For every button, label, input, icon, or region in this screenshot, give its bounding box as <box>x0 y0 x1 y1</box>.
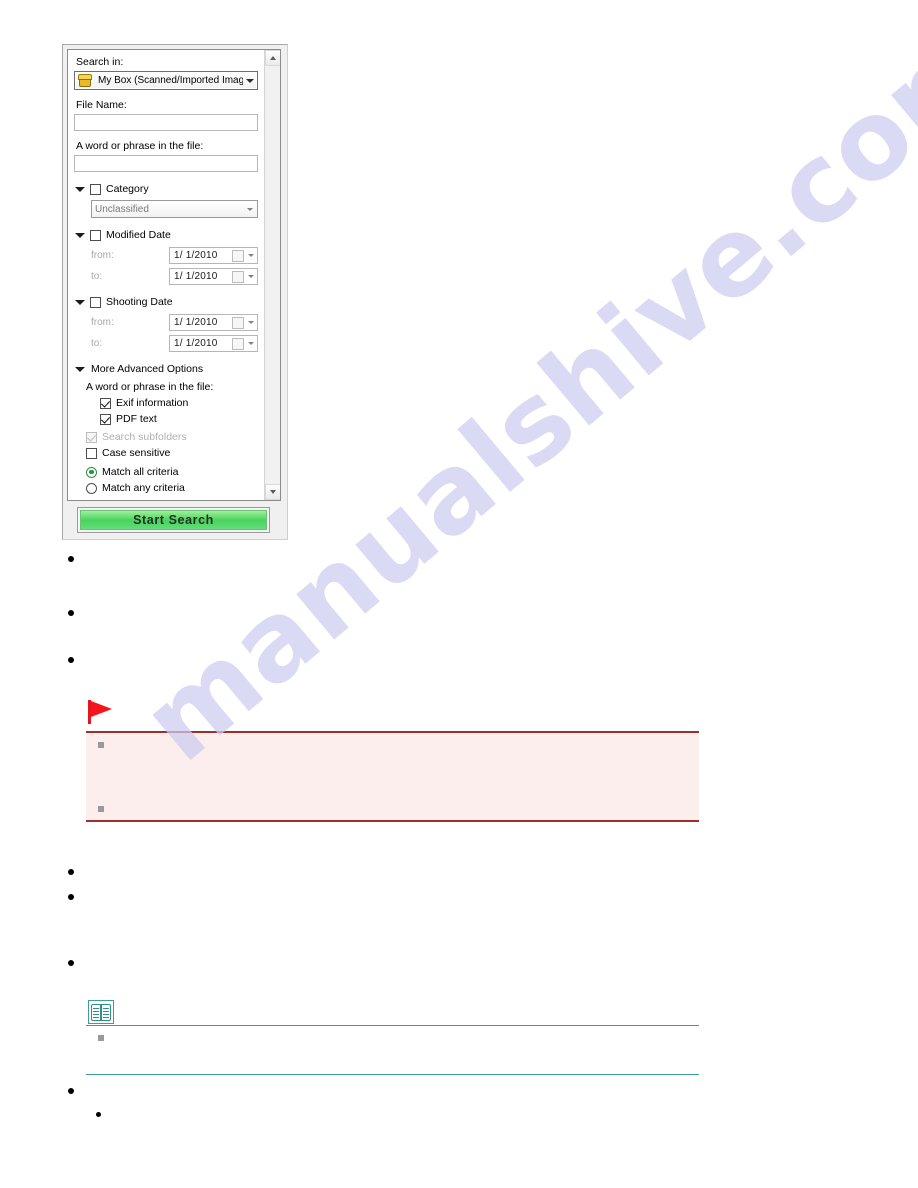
scroll-down-button[interactable] <box>265 484 280 500</box>
option-case-sensitive[interactable]: Case sensitive <box>74 447 258 459</box>
category-dropdown[interactable]: Unclassified <box>91 200 258 218</box>
chevron-down-icon[interactable] <box>245 248 257 263</box>
search-in-label: Search in: <box>76 56 124 68</box>
shooting-date-to-value: 1/ 1/2010 <box>174 338 218 349</box>
category-checkbox[interactable] <box>90 183 101 195</box>
search-panel: Search in: My Box (Scanned/Imported Imag… <box>62 44 288 540</box>
match-any-criteria-label: Match any criteria <box>102 482 185 494</box>
shooting-date-to-label: to: <box>91 338 103 349</box>
search-subfolders-checkbox <box>86 431 97 443</box>
scroll-up-button[interactable] <box>265 50 280 66</box>
option-match-any-criteria[interactable]: Match any criteria <box>74 482 258 494</box>
category-label: Category <box>106 183 149 195</box>
open-book-icon <box>88 1000 114 1024</box>
scroll-down-icon <box>270 490 276 494</box>
word-or-phrase-label: A word or phrase in the file: <box>76 140 204 152</box>
calendar-icon[interactable] <box>232 270 244 283</box>
chevron-down-icon[interactable] <box>243 72 257 89</box>
caution-item-bullet <box>98 806 104 812</box>
list-item <box>68 960 74 966</box>
pdf-text-checkbox[interactable] <box>100 413 111 425</box>
scroll-up-icon <box>270 56 276 60</box>
disclosure-triangle-icon[interactable] <box>74 186 86 192</box>
modified-date-section-header: Modified Date <box>74 227 258 243</box>
shooting-date-from-label: from: <box>91 317 114 328</box>
match-all-criteria-radio[interactable] <box>86 466 97 478</box>
match-all-criteria-label: Match all criteria <box>102 466 179 478</box>
list-item <box>68 610 74 616</box>
chevron-down-icon[interactable] <box>245 315 257 330</box>
shooting-date-from-row: from: 1/ 1/2010 <box>74 314 258 331</box>
category-section-header: Category <box>74 181 258 197</box>
shooting-date-from-value: 1/ 1/2010 <box>174 317 218 328</box>
box-icon <box>78 74 92 87</box>
modified-date-from-value: 1/ 1/2010 <box>174 250 218 261</box>
file-name-input[interactable] <box>74 114 258 131</box>
search-panel-scroll-area: Search in: My Box (Scanned/Imported Imag… <box>68 50 264 500</box>
list-item <box>68 657 74 663</box>
note-callout <box>86 1025 699 1075</box>
search-panel-body: Search in: My Box (Scanned/Imported Imag… <box>67 49 281 501</box>
shooting-date-to-row: to: 1/ 1/2010 <box>74 335 258 352</box>
exif-information-label: Exif information <box>116 397 189 409</box>
chevron-down-icon[interactable] <box>243 201 257 217</box>
option-pdf-text[interactable]: PDF text <box>74 413 258 425</box>
disclosure-triangle-icon[interactable] <box>74 232 86 238</box>
disclosure-triangle-icon[interactable] <box>74 299 86 305</box>
red-flag-icon <box>88 700 114 724</box>
start-search-button[interactable]: Start Search <box>77 507 270 533</box>
case-sensitive-label: Case sensitive <box>102 447 171 459</box>
shooting-date-label: Shooting Date <box>106 296 173 308</box>
modified-date-from-input[interactable]: 1/ 1/2010 <box>169 247 258 264</box>
sub-list-item <box>96 1112 101 1117</box>
modified-date-to-label: to: <box>91 271 103 282</box>
note-item-bullet <box>98 1035 104 1041</box>
calendar-icon[interactable] <box>232 337 244 350</box>
shooting-date-to-input[interactable]: 1/ 1/2010 <box>169 335 258 352</box>
disclosure-triangle-icon[interactable] <box>74 366 86 372</box>
exif-information-checkbox[interactable] <box>100 397 111 409</box>
match-any-criteria-radio[interactable] <box>86 482 97 494</box>
shooting-date-section-header: Shooting Date <box>74 294 258 310</box>
panel-scrollbar[interactable] <box>264 50 280 500</box>
modified-date-to-input[interactable]: 1/ 1/2010 <box>169 268 258 285</box>
search-in-value: My Box (Scanned/Imported Images) <box>98 75 243 86</box>
advanced-word-or-phrase-label: A word or phrase in the file: <box>86 381 214 393</box>
search-in-dropdown[interactable]: My Box (Scanned/Imported Images) <box>74 71 258 90</box>
modified-date-checkbox[interactable] <box>90 229 101 241</box>
chevron-down-icon[interactable] <box>245 336 257 351</box>
more-advanced-options-header: More Advanced Options <box>74 361 258 377</box>
pdf-text-label: PDF text <box>116 413 157 425</box>
more-advanced-options-label: More Advanced Options <box>91 363 204 375</box>
modified-date-to-value: 1/ 1/2010 <box>174 271 218 282</box>
case-sensitive-checkbox[interactable] <box>86 447 97 459</box>
shooting-date-checkbox[interactable] <box>90 296 101 308</box>
search-subfolders-label: Search subfolders <box>102 431 187 443</box>
chevron-down-icon[interactable] <box>245 269 257 284</box>
modified-date-to-row: to: 1/ 1/2010 <box>74 268 258 285</box>
list-item <box>68 556 74 562</box>
shooting-date-from-input[interactable]: 1/ 1/2010 <box>169 314 258 331</box>
option-exif-information[interactable]: Exif information <box>74 397 258 409</box>
modified-date-from-row: from: 1/ 1/2010 <box>74 247 258 264</box>
modified-date-from-label: from: <box>91 250 114 261</box>
caution-item-bullet <box>98 742 104 748</box>
category-value: Unclassified <box>95 203 149 215</box>
calendar-icon[interactable] <box>232 249 244 262</box>
list-item <box>68 894 74 900</box>
option-search-subfolders: Search subfolders <box>74 431 258 443</box>
calendar-icon[interactable] <box>232 316 244 329</box>
list-item <box>68 1088 74 1094</box>
word-or-phrase-input[interactable] <box>74 155 258 172</box>
option-match-all-criteria[interactable]: Match all criteria <box>74 466 258 478</box>
file-name-label: File Name: <box>76 99 127 111</box>
modified-date-label: Modified Date <box>106 229 171 241</box>
start-search-button-label: Start Search <box>80 510 267 530</box>
caution-callout <box>86 731 699 822</box>
list-item <box>68 869 74 875</box>
